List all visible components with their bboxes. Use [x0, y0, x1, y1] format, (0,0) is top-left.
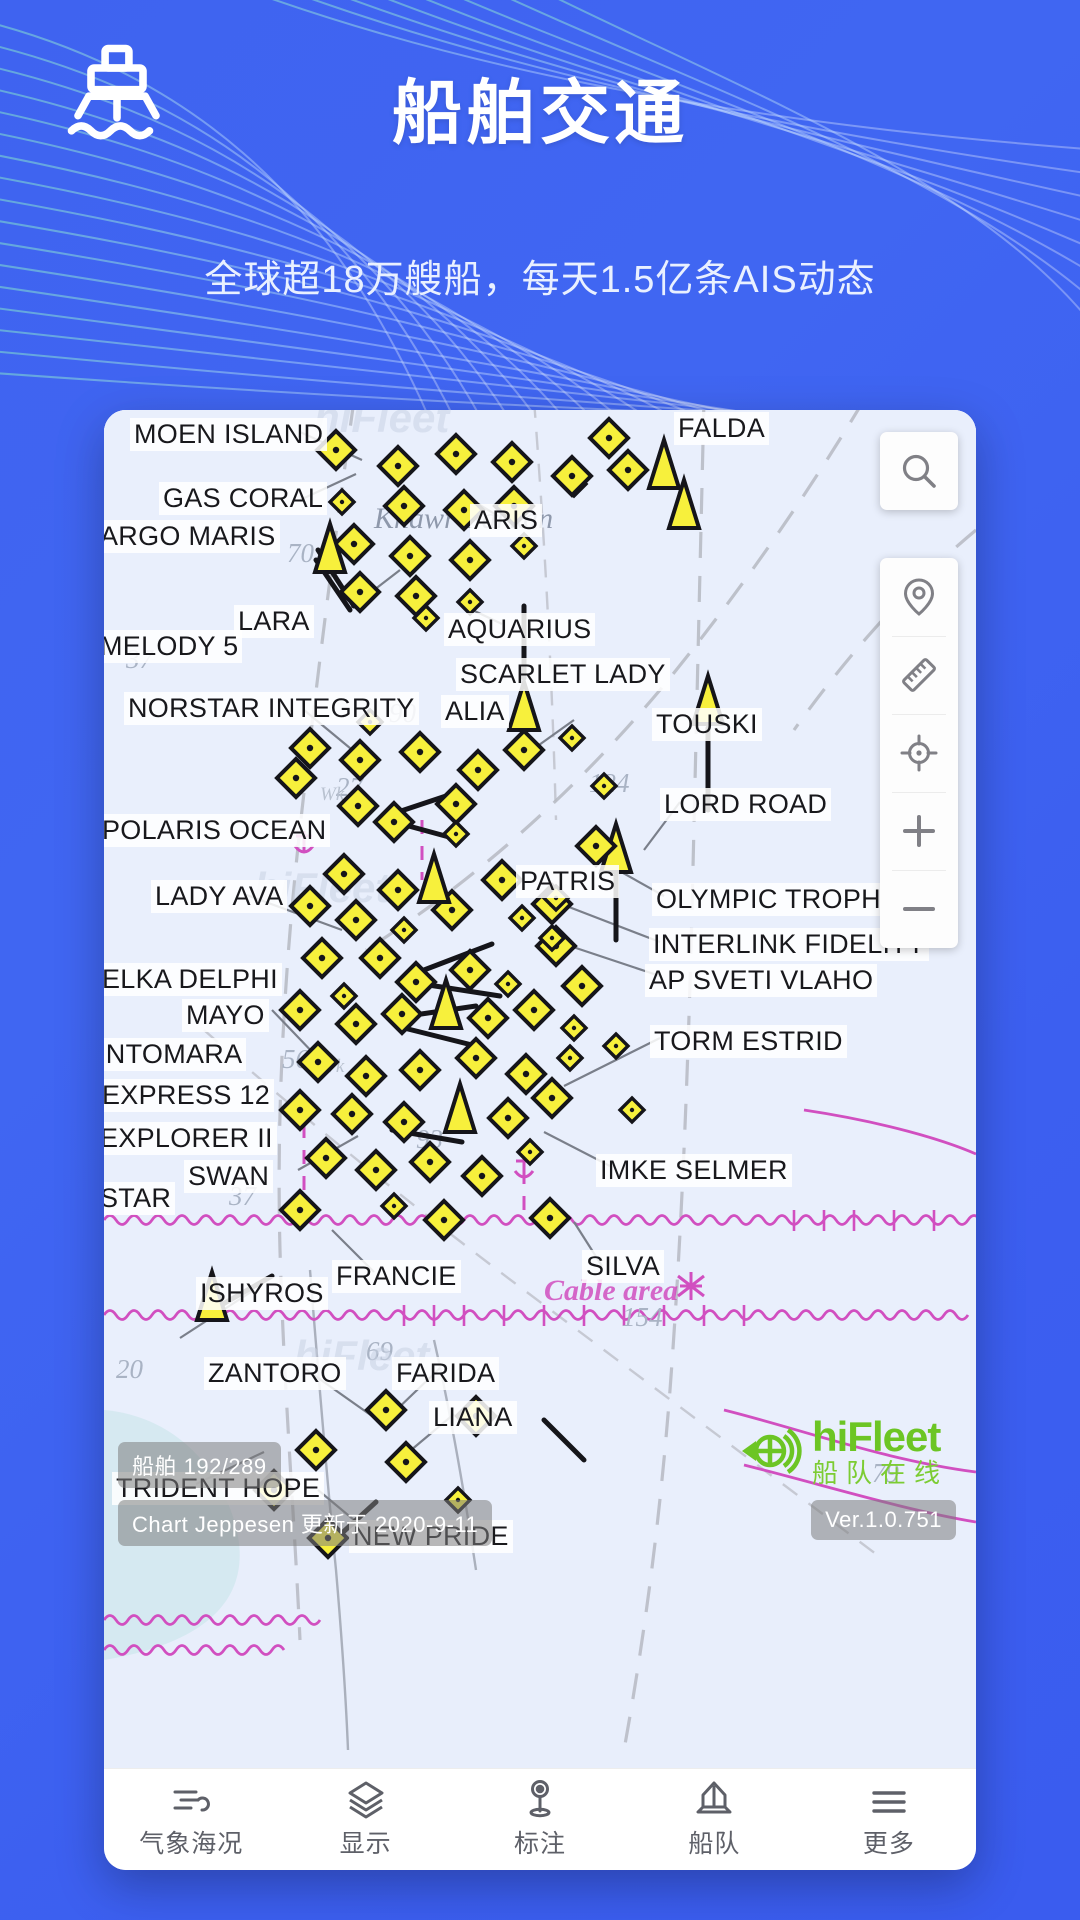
nav-item-weather[interactable]: 气象海况	[104, 1769, 278, 1870]
map-pin-icon	[520, 1779, 560, 1819]
zoom-out-icon[interactable]	[880, 870, 958, 948]
nav-label-display: 显示	[339, 1830, 392, 1858]
svg-text:20: 20	[116, 1354, 144, 1384]
vessel-label: FALDA	[674, 412, 770, 445]
vessel-label: ARIS	[470, 504, 543, 537]
vessel-label: LIANA	[429, 1401, 517, 1434]
vessel-label: LARA	[234, 605, 314, 638]
vessel-label: IMKE SELMER	[596, 1154, 792, 1187]
vessel-label: PATRIS	[516, 865, 620, 898]
vessel-label: AP SVETI VLAHO	[645, 964, 878, 997]
vessel-label: OLYMPIC TROPHY	[652, 883, 904, 916]
location-pin-icon[interactable]	[880, 558, 958, 636]
vessel-label: NORSTAR INTEGRITY	[124, 692, 419, 725]
hifleet-watermark: hiFleet 船队在线	[740, 1416, 948, 1486]
vessel-label: GAS CORAL	[159, 482, 328, 515]
vessel-label: MELODY 5	[104, 630, 243, 663]
vessel-label: TOUSKI	[652, 708, 762, 741]
nav-label-weather: 气象海况	[139, 1830, 244, 1858]
vessel-label: STAR	[104, 1182, 176, 1215]
vessel-label: EXPRESS 12	[104, 1079, 275, 1112]
page-subtitle: 全球超18万艘船，每天1.5亿条AIS动态	[204, 259, 876, 301]
fleet-ship-icon	[692, 1779, 736, 1819]
wind-wave-icon	[169, 1779, 213, 1819]
zoom-in-icon[interactable]	[880, 792, 958, 870]
version-badge: Ver.1.0.751	[811, 1500, 956, 1540]
map-tools-panel[interactable]	[880, 558, 958, 948]
vessel-label: ELKA DELPHI	[104, 963, 282, 996]
ruler-icon[interactable]	[880, 636, 958, 714]
vessel-label: FRANCIE	[332, 1260, 461, 1293]
map-search-button[interactable]	[880, 432, 958, 510]
bottom-navigation[interactable]: 气象海况 显示 标注 船队 更多	[104, 1768, 976, 1870]
chart-source-badge: Chart Jeppesen 更新于 2020-9-11	[118, 1500, 493, 1546]
vessel-label: ARGO MARIS	[104, 520, 280, 553]
svg-text:154: 154	[622, 1302, 663, 1332]
vessel-label: MOEN ISLAND	[130, 418, 328, 451]
svg-text:70: 70	[287, 538, 315, 568]
vessel-label: INTOMARA	[104, 1038, 247, 1071]
crosshair-target-icon[interactable]	[880, 714, 958, 792]
phone-screen: Khawr Fakkan Cable area 70 37 90 124 93 …	[104, 410, 976, 1870]
vessel-label: FARIDA	[392, 1357, 500, 1390]
vessel-label: SCARLET LADY	[456, 658, 670, 691]
vessel-label: ALIA	[441, 695, 509, 728]
nav-item-fleet[interactable]: 船队	[627, 1769, 801, 1870]
nav-item-annotate[interactable]: 标注	[453, 1769, 627, 1870]
vessel-label: ZANTORO	[204, 1357, 346, 1390]
search-icon[interactable]	[880, 432, 958, 510]
vessel-label: LADY AVA	[151, 880, 288, 913]
vessel-label: SWAN	[184, 1160, 274, 1193]
vessel-label: LORD ROAD	[660, 788, 832, 821]
vessel-label: POLARIS OCEAN	[104, 814, 331, 847]
watermark-cn: 船队在线	[811, 1458, 948, 1488]
page-title: 船舶交通	[392, 74, 688, 152]
vessel-label: TORM ESTRID	[650, 1025, 847, 1058]
watermark-en: hiFleet	[811, 1413, 941, 1460]
hamburger-menu-icon	[868, 1779, 910, 1819]
nav-label-annotate: 标注	[514, 1830, 567, 1858]
nav-label-fleet: 船队	[688, 1830, 741, 1858]
nav-label-more: 更多	[862, 1830, 915, 1858]
vessel-label: ISHYROS	[196, 1277, 328, 1310]
layers-icon	[344, 1779, 388, 1819]
nav-item-more[interactable]: 更多	[802, 1769, 976, 1870]
ais-map[interactable]: Khawr Fakkan Cable area 70 37 90 124 93 …	[104, 410, 976, 1768]
vessel-label: AQUARIUS	[444, 613, 596, 646]
vessel-label: EXPLORER II	[104, 1122, 277, 1155]
hifleet-logo-icon	[741, 1428, 802, 1474]
promo-header: 船舶交通 全球超18万艘船，每天1.5亿条AIS动态	[0, 0, 1080, 330]
vessel-label: SILVA	[582, 1250, 665, 1283]
vessel-label: MAYO	[182, 999, 269, 1032]
ship-count-badge: 船舶 192/289	[118, 1442, 281, 1488]
nav-item-display[interactable]: 显示	[278, 1769, 452, 1870]
